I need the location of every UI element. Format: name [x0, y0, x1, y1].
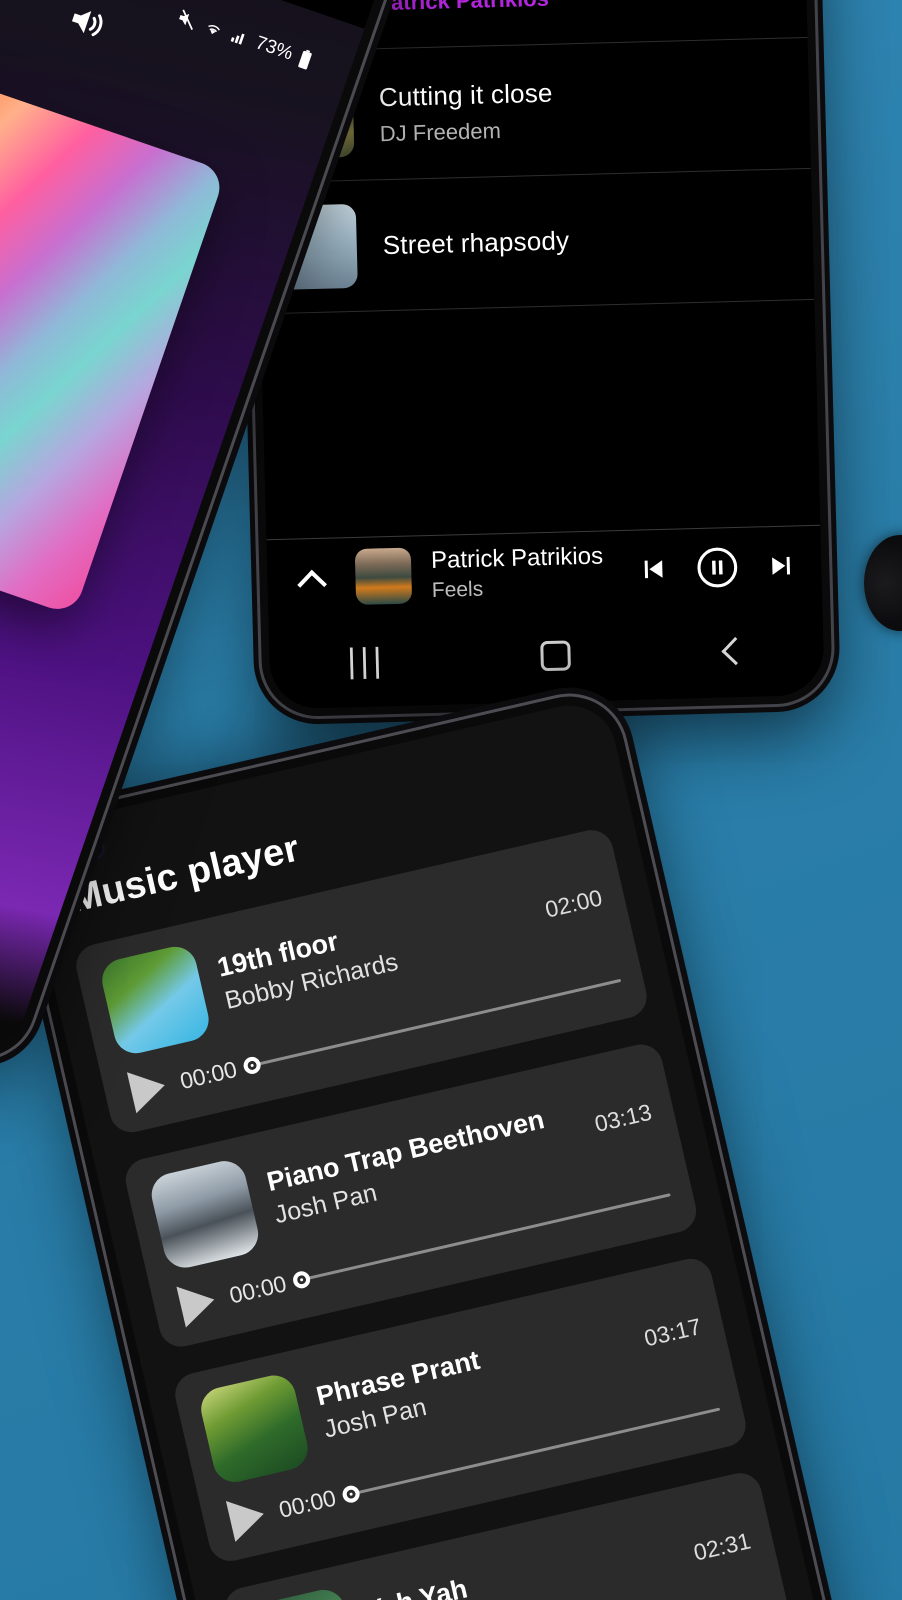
play-icon[interactable] — [225, 1493, 269, 1542]
chevron-up-icon[interactable] — [295, 560, 330, 595]
skip-previous-icon[interactable] — [637, 553, 668, 584]
background-phone-edge — [864, 535, 902, 631]
card-album-art — [147, 1156, 263, 1272]
mini-player-bar[interactable]: Patrick Patrikios Feels — [266, 524, 823, 618]
recents-icon[interactable]: ||| — [347, 641, 387, 681]
track-artist: Patrick Patrikios — [376, 0, 549, 16]
pause-circle-icon[interactable] — [695, 544, 740, 589]
skip-next-icon[interactable] — [767, 550, 798, 581]
track-title: Street rhapsody — [382, 224, 570, 260]
card-duration: 03:17 — [641, 1312, 704, 1351]
mini-player-artist: Patrick Patrikios — [430, 542, 604, 574]
card-album-art — [97, 942, 213, 1058]
card-position: 00:00 — [276, 1484, 339, 1523]
card-album-art — [196, 1371, 312, 1487]
system-navigation-bar[interactable]: ||| — [268, 602, 825, 710]
card-position: 00:00 — [177, 1055, 240, 1094]
card-duration: 02:31 — [691, 1526, 753, 1566]
home-icon[interactable] — [540, 640, 572, 672]
now-playing-topbar — [0, 0, 404, 29]
back-icon[interactable] — [721, 636, 751, 666]
now-playing-album-art — [0, 34, 227, 616]
seek-knob[interactable] — [340, 1483, 361, 1504]
card-position: 00:00 — [226, 1269, 289, 1309]
card-duration: 03:13 — [592, 1098, 654, 1137]
mini-player-track: Feels — [431, 577, 484, 602]
card-album-art — [246, 1585, 362, 1600]
track-artist: DJ Freedem — [379, 117, 502, 146]
track-title: Cutting it close — [378, 77, 553, 112]
music-card-list[interactable]: 19th floor Bobby Richards 02:00 00:00 Pi… — [47, 820, 825, 1600]
play-icon[interactable] — [126, 1064, 170, 1114]
mini-player-album-art — [354, 547, 413, 605]
play-icon[interactable] — [176, 1278, 220, 1328]
seek-knob[interactable] — [241, 1054, 262, 1076]
track-list-item[interactable]: Street rhapsody — [257, 168, 815, 315]
screenshot-stage: Yah Yah Josh Pan Guitar house Josh Pan F… — [0, 0, 902, 1600]
volume-up-icon[interactable] — [62, 0, 113, 48]
seek-knob[interactable] — [290, 1269, 312, 1290]
phone-music-player-screen: Music player 19th floor Bobby Richards 0… — [18, 696, 866, 1600]
phone-music-player-device: Music player 19th floor Bobby Richards 0… — [7, 685, 877, 1600]
card-duration: 02:00 — [542, 883, 605, 923]
